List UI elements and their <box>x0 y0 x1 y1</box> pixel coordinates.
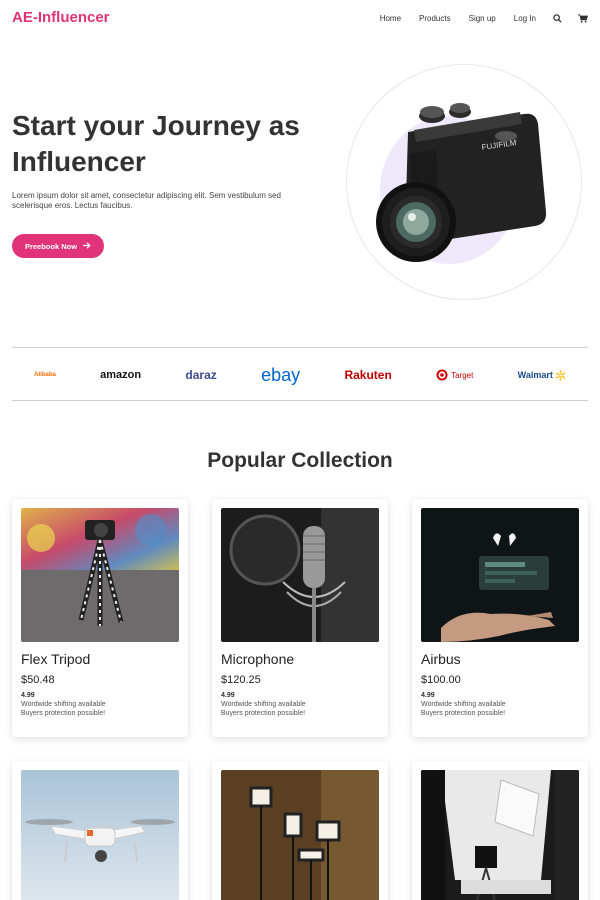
rakuten-logo: Rakuten <box>344 368 392 382</box>
product-image-tripod <box>21 508 179 642</box>
product-name[interactable]: Flex Tripod <box>21 651 90 667</box>
walmart-spark-icon <box>555 369 566 381</box>
nav-home[interactable]: Home <box>380 14 401 23</box>
divider <box>12 347 588 348</box>
nav-links: Home Products Sign up Log In <box>362 13 588 23</box>
product-card[interactable] <box>212 761 388 900</box>
product-shipping: Wordwide shifting available <box>221 701 306 708</box>
walmart-logo: Walmart <box>517 369 566 381</box>
product-rating: 4.99 <box>421 692 435 699</box>
product-rating: 4.99 <box>21 692 35 699</box>
product-card[interactable]: Microphone $120.25 4.99 Wordwide shiftin… <box>212 499 388 737</box>
product-protection: Buyers protection possible! <box>221 710 306 717</box>
search-icon[interactable] <box>552 13 562 23</box>
product-card[interactable] <box>12 761 188 900</box>
product-price: $120.25 <box>221 674 261 686</box>
target-logo: Target <box>436 369 473 381</box>
product-image-microphone <box>221 508 379 642</box>
product-meta: 4.99 Wordwide shifting available Buyers … <box>421 691 506 718</box>
amazon-logo: amazon <box>100 369 142 381</box>
product-meta: 4.99 Wordwide shifting available Buyers … <box>221 691 306 718</box>
alibaba-logo: Alibaba <box>34 372 56 378</box>
nav-signup[interactable]: Sign up <box>469 14 496 23</box>
top-navigation: AE-Influencer Home Products Sign up Log … <box>0 0 600 38</box>
arrow-right-icon <box>83 241 91 251</box>
product-card[interactable]: Airbus $100.00 4.99 Wordwide shifting av… <box>412 499 588 737</box>
brand-logos: Alibaba amazon daraz ebay Rakuten Target… <box>12 349 588 401</box>
product-image-earbuds <box>421 508 579 642</box>
target-bullseye-icon <box>436 369 448 381</box>
nav-products[interactable]: Products <box>419 14 451 23</box>
product-rating: 4.99 <box>221 692 235 699</box>
ebay-logo: ebay <box>261 364 301 385</box>
product-image-photo-studio <box>421 770 579 900</box>
product-card[interactable]: Flex Tripod $50.48 4.99 Wordwide shiftin… <box>12 499 188 737</box>
product-image-drone <box>21 770 179 900</box>
product-name[interactable]: Airbus <box>421 651 461 667</box>
prebook-button-label: Preebook Now <box>24 241 78 251</box>
product-name[interactable]: Microphone <box>221 651 294 667</box>
daraz-logo: daraz <box>185 368 217 382</box>
product-protection: Buyers protection possible! <box>21 710 106 717</box>
product-price: $100.00 <box>421 674 461 686</box>
target-logo-text: Target <box>451 370 474 380</box>
camera-image: FUJIFILM <box>376 103 547 262</box>
nav-login[interactable]: Log In <box>514 14 536 23</box>
product-protection: Buyers protection possible! <box>421 710 506 717</box>
product-price: $50.48 <box>21 674 55 686</box>
cart-icon[interactable] <box>578 13 588 23</box>
product-image-studio-lights <box>221 770 379 900</box>
product-meta: 4.99 Wordwide shifting available Buyers … <box>21 691 106 718</box>
brand-logo[interactable]: AE-Influencer <box>12 9 110 26</box>
hero-title: Start your Journey as Influencer <box>12 110 300 177</box>
walmart-logo-text: Walmart <box>517 370 553 380</box>
hero-description: Lorem ipsum dolor sit amet, consectetur … <box>12 191 282 210</box>
product-shipping: Wordwide shifting available <box>421 701 506 708</box>
section-title: Popular Collection <box>207 449 393 472</box>
divider <box>12 400 588 401</box>
product-shipping: Wordwide shifting available <box>21 701 106 708</box>
prebook-button[interactable]: Preebook Now <box>12 234 104 258</box>
product-card[interactable] <box>412 761 588 900</box>
